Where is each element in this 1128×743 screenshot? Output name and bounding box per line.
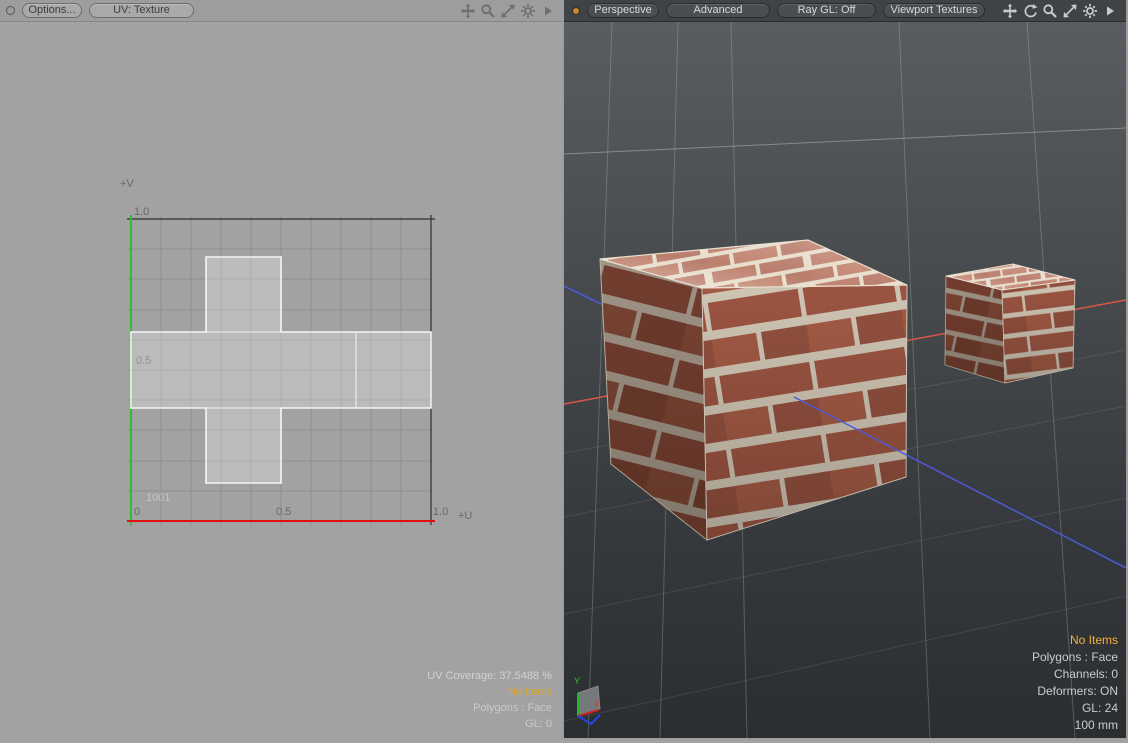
vp-grid-size-status: 100 mm (1032, 717, 1118, 734)
viewport-textures-button[interactable]: Viewport Textures (883, 3, 985, 18)
uv-status-block: UV Coverage: 37.5488 % No Items Polygons… (427, 668, 552, 732)
settings-gear-icon[interactable] (520, 3, 536, 19)
uv-island[interactable] (131, 257, 431, 483)
viewport-indicator-icon[interactable] (572, 7, 580, 15)
uv-u-mid-label: 0.5 (276, 506, 291, 518)
uv-udim-label: 1001 (146, 492, 170, 504)
maximize-icon[interactable] (500, 3, 516, 19)
vp-deformers-status: Deformers: ON (1032, 683, 1118, 700)
move-icon[interactable] (460, 3, 476, 19)
maximize-icon[interactable] (1062, 3, 1078, 19)
uv-toolbar: Options... UV: Texture (0, 0, 562, 22)
panel-menu-arrow-icon[interactable] (540, 3, 556, 19)
vp-channels-status: Channels: 0 (1032, 666, 1118, 683)
uv-u-zero-label: 0 (134, 506, 140, 518)
uv-editor-panel: Options... UV: Texture (0, 0, 562, 740)
axis-gizmo: Y X (574, 676, 600, 724)
ray-gl-button[interactable]: Ray GL: Off (777, 3, 876, 18)
uv-u-max-label: 1.0 (433, 506, 448, 518)
settings-gear-icon[interactable] (1082, 3, 1098, 19)
horizon-line (564, 128, 1126, 154)
uv-gl-status: GL: 0 (427, 716, 552, 732)
panel-menu-arrow-icon[interactable] (1102, 3, 1118, 19)
uv-texture-mode-button[interactable]: UV: Texture (89, 3, 194, 18)
viewport-status-block: No Items Polygons : Face Channels: 0 Def… (1032, 632, 1118, 734)
zoom-icon[interactable] (480, 3, 496, 19)
viewport-toolbar-icons (1002, 3, 1118, 19)
zoom-icon[interactable] (1042, 3, 1058, 19)
viewport-3d-panel: Perspective Advanced Ray GL: Off Viewpor… (562, 0, 1128, 740)
uv-mode-status: Polygons : Face (427, 700, 552, 716)
uv-toolbar-icons (460, 3, 556, 19)
vp-mode-status: Polygons : Face (1032, 649, 1118, 666)
vp-selection-status: No Items (1032, 632, 1118, 649)
gizmo-x-label: X (594, 699, 600, 709)
perspective-button[interactable]: Perspective (587, 3, 659, 18)
shading-advanced-button[interactable]: Advanced (666, 3, 770, 18)
uv-canvas[interactable]: +V 1.0 0.5 0 0.5 1.0 +U 1001 (0, 22, 562, 740)
uv-selection-status: No Items (427, 684, 552, 700)
options-button[interactable]: Options... (22, 3, 82, 18)
vp-gl-status: GL: 24 (1032, 700, 1118, 717)
uv-v-top-label: 1.0 (134, 206, 149, 218)
uv-u-axis-label: +U (458, 510, 472, 522)
gizmo-y-label: Y (574, 676, 580, 686)
uv-v-axis-label: +V (120, 178, 134, 190)
uv-coverage-status: UV Coverage: 37.5488 % (427, 668, 552, 684)
viewport-toolbar: Perspective Advanced Ray GL: Off Viewpor… (564, 0, 1126, 22)
move-icon[interactable] (1002, 3, 1018, 19)
brick-cube-small[interactable] (945, 264, 1075, 383)
brick-cube-large[interactable] (600, 240, 907, 540)
viewport-3d-canvas[interactable]: Y X No Items Polygons : Face Channels: 0… (564, 22, 1126, 738)
panel-thumb-icon[interactable] (6, 6, 15, 15)
rotate-icon[interactable] (1022, 3, 1038, 19)
